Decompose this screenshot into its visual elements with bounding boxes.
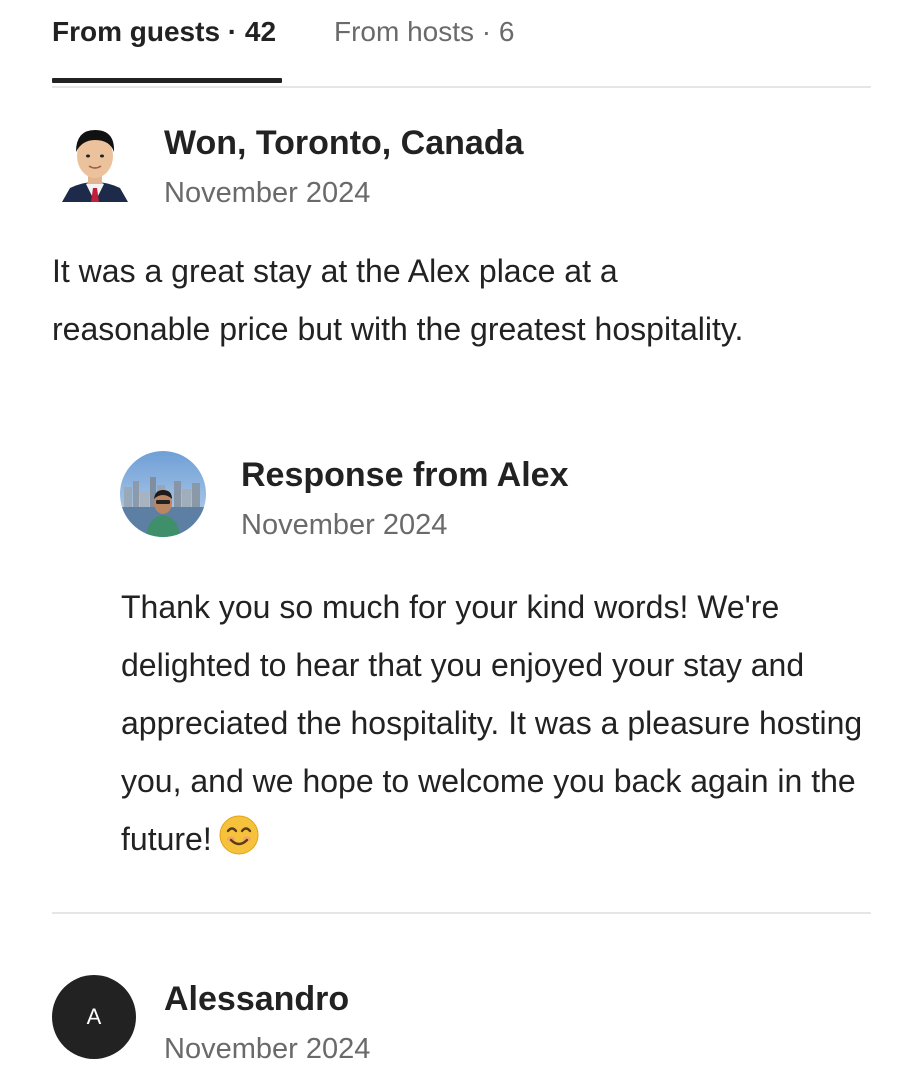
reviewer-name: Won, Toronto, Canada (164, 124, 524, 162)
response-text: Thank you so much for your kind words! W… (121, 578, 866, 874)
reviewer-photo-icon (60, 118, 130, 202)
review-tabs: From guests · 42 From hosts · 6 (52, 0, 871, 88)
active-tab-indicator (52, 78, 282, 83)
review-divider (52, 912, 871, 914)
response-date: November 2024 (241, 509, 448, 541)
tab-from-guests[interactable]: From guests · 42 (52, 14, 276, 50)
tab-from-hosts[interactable]: From hosts · 6 (334, 14, 514, 50)
review-date: November 2024 (164, 1033, 371, 1065)
reviewer-avatar[interactable] (60, 118, 130, 202)
reviews-page: From guests · 42 From hosts · 6 Won, Tor… (0, 0, 923, 1080)
review-text: It was a great stay at the Alex place at… (52, 253, 744, 347)
reviewer-avatar-letter[interactable]: A (52, 975, 136, 1059)
host-photo-icon (120, 451, 206, 537)
review-date: November 2024 (164, 177, 371, 209)
reviewer-name: Alessandro (164, 980, 350, 1018)
response-title: Response from Alex (241, 456, 569, 494)
smiling-face-icon (218, 814, 260, 874)
host-avatar[interactable] (120, 451, 206, 537)
